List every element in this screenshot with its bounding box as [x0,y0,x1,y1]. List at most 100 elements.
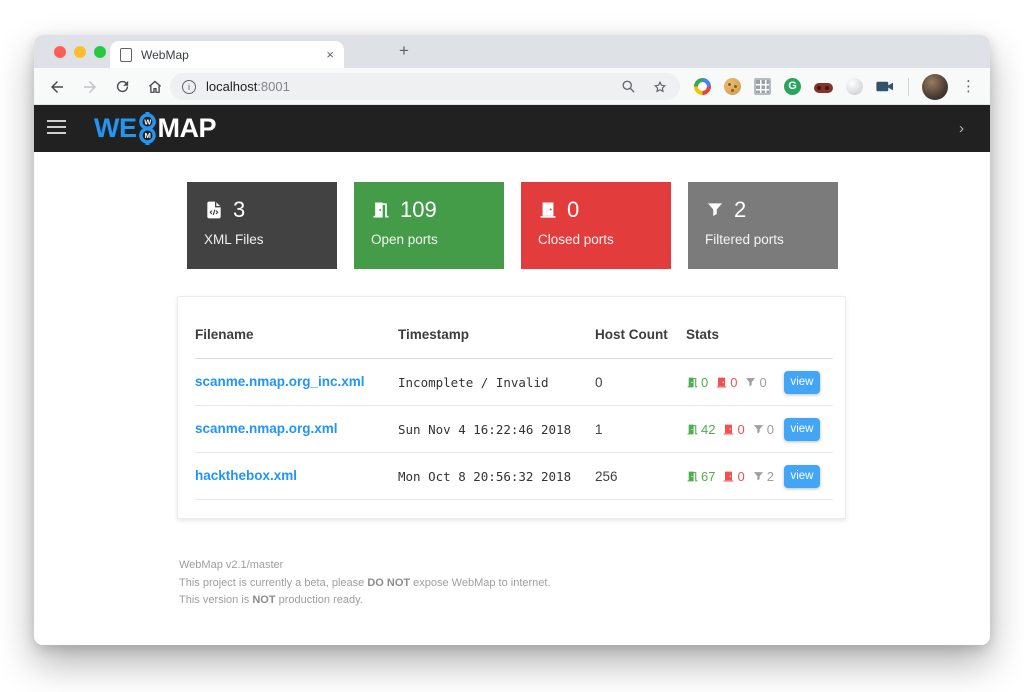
stats-cell: 67 0 2 [686,469,784,484]
table-header-row: Filename Timestamp Host Count Stats [195,297,833,359]
open-count: 42 [701,422,715,437]
svg-text:M: M [144,131,150,140]
filtered-count: 2 [767,469,774,484]
close-window-button[interactable] [54,46,66,58]
filename-link[interactable]: hackthebox.xml [195,468,297,483]
footer-beta-warning: This project is currently a beta, please… [179,575,990,593]
filename-link[interactable]: scanme.nmap.org_inc.xml [195,374,365,389]
filtered-ports-card: 2 Filtered ports [688,182,838,269]
new-tab-button[interactable]: + [392,39,416,63]
xml-file-icon [204,200,224,220]
host-count-cell: 1 [595,422,686,437]
forward-icon[interactable] [81,78,99,96]
open-door-icon [686,423,699,436]
open-door-icon [686,470,699,483]
camera-extension-icon[interactable] [876,79,895,94]
table-row: hackthebox.xml Mon Oct 8 20:56:32 2018 2… [195,453,833,500]
closed-door-icon [538,200,558,220]
grammarly-extension-icon[interactable]: G [784,78,801,95]
toolbar-divider [908,78,909,96]
closed-count: 0 [737,469,744,484]
filter-icon [752,470,765,483]
open-door-icon [686,376,699,389]
zoom-window-button[interactable] [94,46,106,58]
filtered-count: 0 [767,422,774,437]
scans-table-card: Filename Timestamp Host Count Stats scan… [177,296,846,519]
stat-cards: 3 XML Files 109 Open ports [34,152,990,269]
browser-tab[interactable]: WebMap × [110,41,344,68]
timestamp-cell: Incomplete / Invalid [398,375,595,390]
xml-files-card: 3 XML Files [187,182,337,269]
browser-menu-icon[interactable]: ⋮ [961,79,976,94]
filter-icon [752,423,765,436]
tab-strip: WebMap × + [34,35,990,68]
open-count: 67 [701,469,715,484]
closed-ports-card: 0 Closed ports [521,182,671,269]
host-count-cell: 256 [595,469,686,484]
filename-link[interactable]: scanme.nmap.org.xml [195,421,338,436]
zoom-page-icon[interactable] [621,79,636,94]
open-count: 0 [701,375,708,390]
filter-icon [705,200,725,220]
browser-toolbar: i localhost:8001 G ⋮ [34,68,990,105]
page-favicon-icon [120,48,132,62]
tab-close-icon[interactable]: × [326,47,334,62]
open-door-icon [371,200,391,220]
closed-door-icon [722,470,735,483]
open-ports-count: 109 [400,197,437,223]
app-navbar: WE W M MAP › [34,105,990,152]
filtered-count: 0 [759,375,766,390]
address-bar[interactable]: i localhost:8001 [170,73,680,100]
reload-icon[interactable] [114,78,131,95]
colorwheel-extension-icon[interactable] [694,78,711,95]
open-ports-card: 109 Open ports [354,182,504,269]
traffic-lights [54,46,106,58]
filtered-ports-count: 2 [734,197,746,223]
minimize-window-button[interactable] [74,46,86,58]
footer-note: WebMap v2.1/master This project is curre… [179,557,990,610]
page-content: 3 XML Files 109 Open ports [34,152,990,645]
footer-ready-warning: This version is NOT production ready. [179,592,990,610]
sphere-extension-icon[interactable] [846,78,863,95]
mask-extension-icon[interactable] [814,83,833,93]
filtered-ports-label: Filtered ports [705,232,823,247]
cookie-extension-icon[interactable] [724,78,741,95]
stats-cell: 42 0 0 [686,422,784,437]
closed-ports-count: 0 [567,197,579,223]
xml-files-count: 3 [233,197,245,223]
url-text: localhost:8001 [206,79,290,94]
header-filename: Filename [195,327,398,342]
host-count-cell: 0 [595,375,686,390]
view-button[interactable]: view [784,418,820,441]
bookmark-star-icon[interactable] [652,79,668,95]
back-icon[interactable] [48,78,66,96]
logo-map-text: MAP [158,113,217,144]
profile-avatar[interactable] [922,74,948,100]
xml-files-label: XML Files [204,232,322,247]
header-host-count: Host Count [595,327,686,342]
hamburger-menu-icon[interactable] [47,120,66,138]
navbar-chevron-icon[interactable]: › [959,105,964,152]
closed-door-icon [715,376,728,389]
view-button[interactable]: view [784,465,820,488]
closed-ports-label: Closed ports [538,232,656,247]
logo-badge-icon: W M [138,112,157,145]
tab-title: WebMap [141,48,326,62]
table-row: scanme.nmap.org.xml Sun Nov 4 16:22:46 2… [195,406,833,453]
home-icon[interactable] [146,78,164,96]
closed-count: 0 [737,422,744,437]
grid-extension-icon[interactable] [754,78,771,95]
browser-window: WebMap × + i localhost:8001 G [34,35,990,645]
closed-door-icon [722,423,735,436]
open-ports-label: Open ports [371,232,489,247]
filter-icon [744,376,757,389]
view-button[interactable]: view [784,371,820,394]
site-info-icon[interactable]: i [182,80,196,94]
table-row: scanme.nmap.org_inc.xml Incomplete / Inv… [195,359,833,406]
header-stats: Stats [686,327,784,342]
footer-version: WebMap v2.1/master [179,557,990,575]
header-timestamp: Timestamp [398,327,595,342]
logo-we-text: WE [94,113,137,144]
closed-count: 0 [730,375,737,390]
timestamp-cell: Mon Oct 8 20:56:32 2018 [398,469,595,484]
